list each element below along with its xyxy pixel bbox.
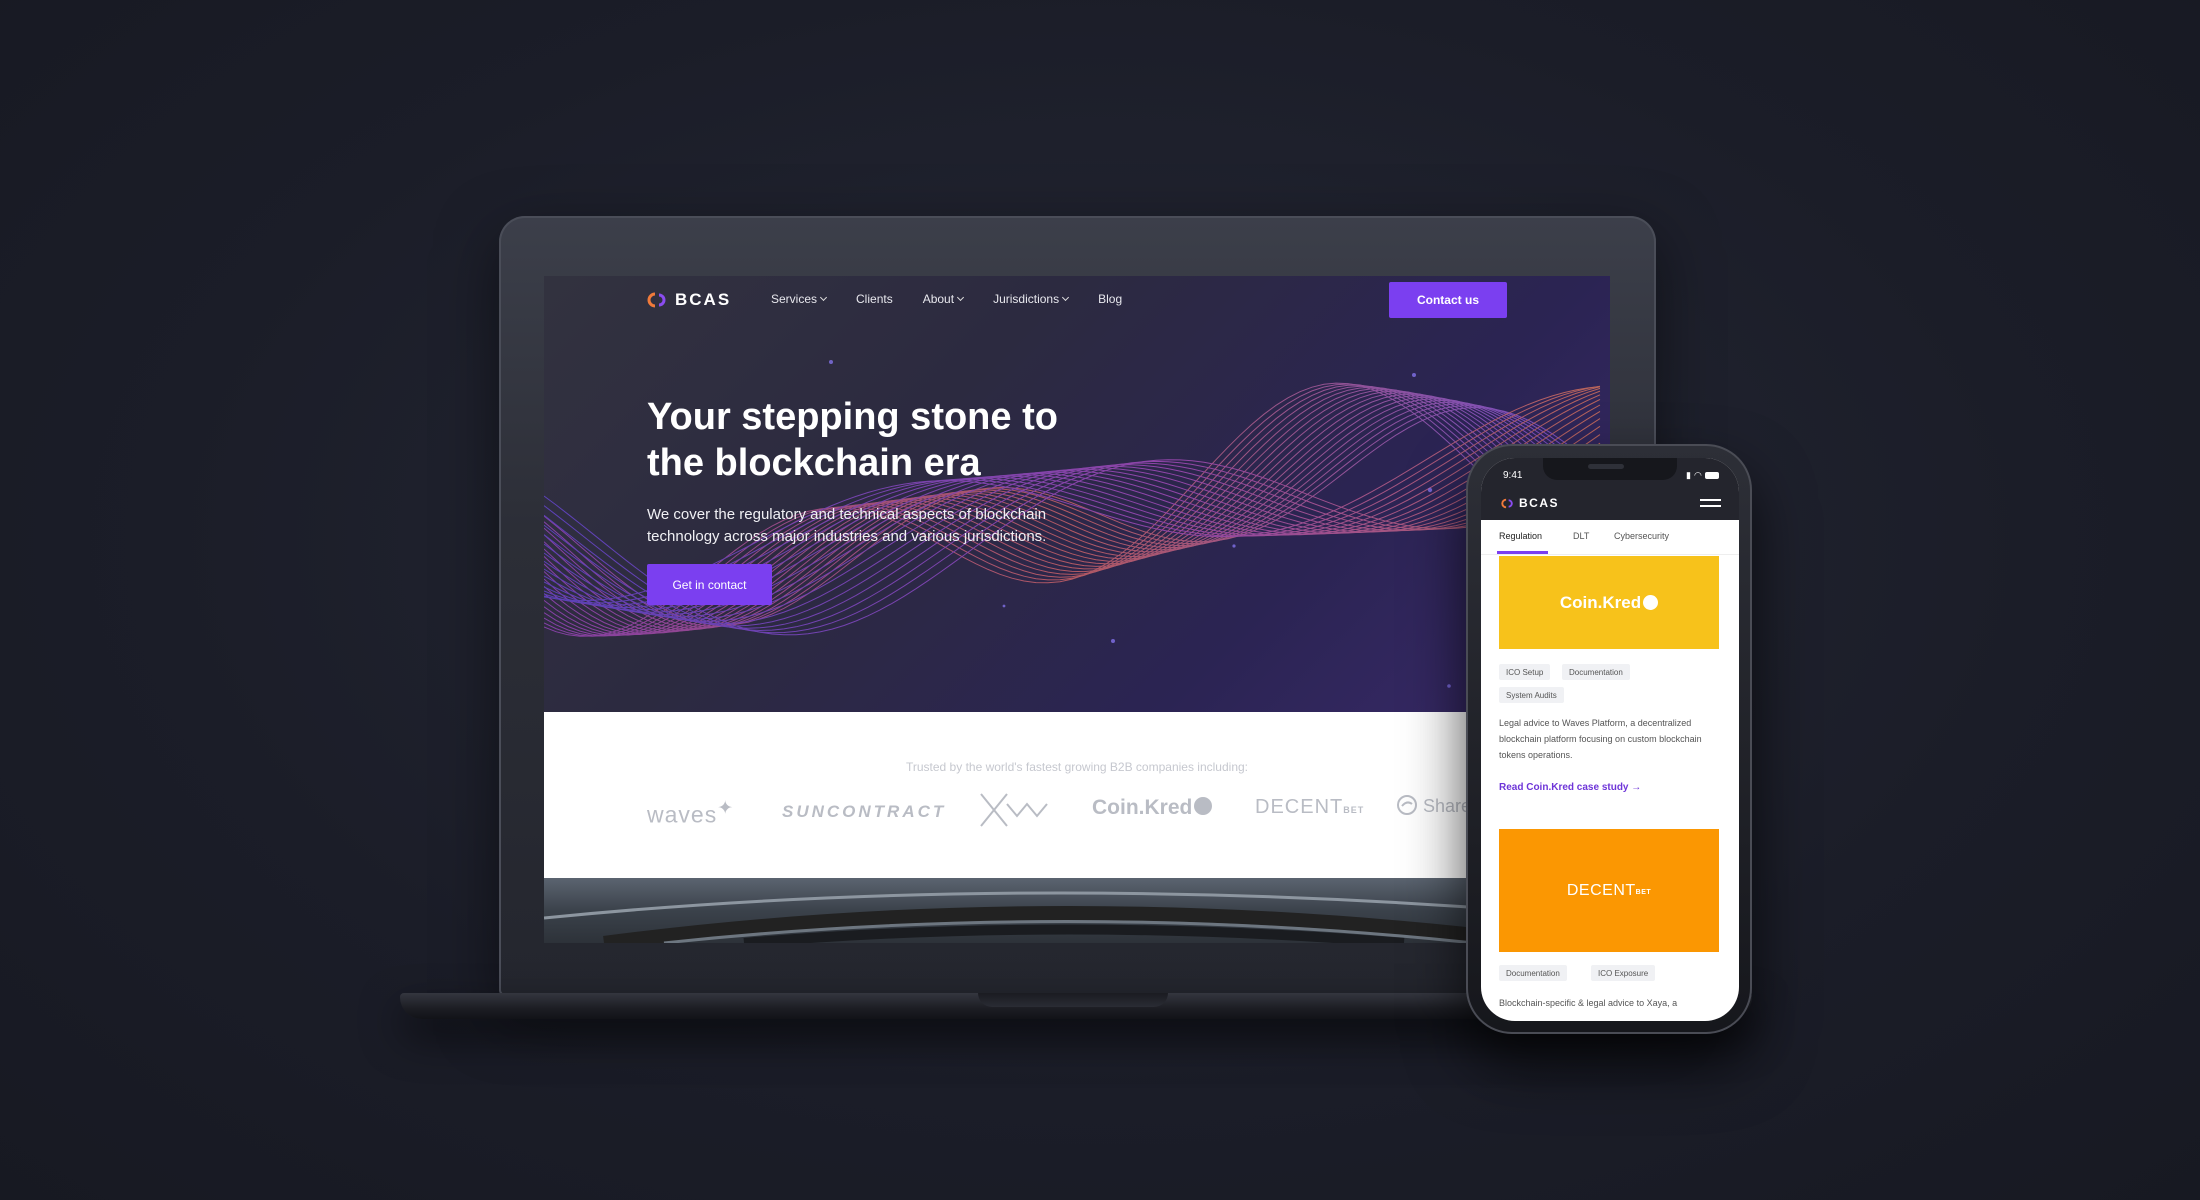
active-tab-indicator [1497, 551, 1548, 554]
get-in-contact-button[interactable]: Get in contact [647, 564, 772, 605]
logo-text: BCAS [675, 290, 732, 309]
speaker-icon [1588, 464, 1624, 469]
signal-icon: ▮ [1686, 470, 1691, 480]
decent-card-image[interactable]: DECENT BET [1499, 829, 1719, 952]
phone-logo-text: BCAS [1519, 496, 1560, 510]
nav-services-label: Services [771, 292, 818, 306]
battery-icon [1704, 472, 1719, 479]
trusted-section: Trusted by the world's fastest growing B… [544, 712, 1610, 878]
hero-wave-graphic [544, 360, 1601, 688]
tag-documentation-2: Documentation [1499, 965, 1567, 981]
coin-dot-icon [1194, 797, 1213, 816]
status-icons: ▮ ◠ [1686, 470, 1719, 481]
partner-share-label: Share [1423, 796, 1472, 816]
nav-clients-label: Clients [856, 292, 893, 306]
partner-decent-suffix: BET [1343, 805, 1365, 815]
phone-tabs: Regulation DLT Cybersecurity [1481, 520, 1739, 555]
tab-cybersecurity[interactable]: Cybersecurity [1614, 531, 1669, 541]
status-time: 9:41 [1503, 470, 1523, 481]
hamburger-menu-icon[interactable] [1700, 499, 1721, 511]
bcas-logo[interactable]: BCAS [647, 290, 731, 310]
hero-subtitle: We cover the regulatory and technical as… [647, 506, 1047, 545]
partner-waves-label: waves [647, 801, 718, 828]
laptop-hinge-notch [978, 993, 1168, 1007]
partner-coinkred-label: Coin.Kred [1092, 796, 1193, 819]
laptop-screen: BCAS Services Clients About Jurisdiction… [544, 276, 1610, 943]
chevron-down-icon [819, 293, 828, 302]
top-navbar: BCAS Services Clients About Jurisdiction… [544, 276, 1610, 322]
tab-dlt[interactable]: DLT [1573, 531, 1589, 541]
partner-logo-suncontract: SUNCONTRACT [782, 802, 947, 821]
decent-logo-text: DECENT [1566, 881, 1636, 899]
tag-system-audits: System Audits [1499, 687, 1564, 703]
hero-section: BCAS Services Clients About Jurisdiction… [544, 276, 1610, 712]
tab-regulation[interactable]: Regulation [1499, 531, 1542, 541]
chevron-down-icon [957, 293, 965, 302]
staircase-photo [544, 891, 1610, 943]
partner-logo-share: Share [1396, 795, 1472, 817]
nav-about[interactable]: About [922, 292, 965, 306]
bcas-logo-icon [647, 292, 666, 308]
nav-links: Services Clients About Jurisdictions Blo… [771, 292, 1122, 306]
nav-about-label: About [922, 292, 955, 306]
phone-screen: 9:41 ▮ ◠ BCAS Regulation DLT Cybersecuri… [1481, 458, 1739, 1021]
coinkred-description: Legal advice to Waves Platform, a decent… [1499, 718, 1702, 760]
wifi-icon: ◠ [1693, 470, 1702, 480]
partner-logo-xaya [980, 793, 1048, 827]
bcas-logo-icon [1501, 498, 1513, 508]
partner-decent-label: DECENT [1255, 796, 1344, 818]
tag-ico-exposure: ICO Exposure [1591, 965, 1656, 981]
contact-us-button[interactable]: Contact us [1389, 282, 1507, 318]
nav-blog[interactable]: Blog [1098, 292, 1122, 306]
coinkred-logo-text: Coin.Kred [1559, 592, 1642, 612]
trusted-text: Trusted by the world's fastest growing B… [905, 760, 1249, 774]
nav-jurisdictions[interactable]: Jurisdictions [993, 292, 1070, 306]
share-logo-icon [1397, 795, 1417, 816]
read-case-study-link[interactable]: Read Coin.Kred case study → [1499, 782, 1641, 793]
chevron-down-icon [1062, 293, 1070, 302]
phone-header: 9:41 ▮ ◠ BCAS [1481, 458, 1739, 520]
staircase-image [544, 878, 1610, 943]
tag-ico-setup: ICO Setup [1499, 664, 1551, 680]
phone-notch [1543, 458, 1677, 480]
nav-blog-label: Blog [1098, 292, 1123, 306]
coinkred-card-image[interactable]: Coin.Kred [1499, 556, 1719, 649]
nav-clients[interactable]: Clients [856, 292, 893, 306]
partner-logo-coinkred: Coin.Kred [1092, 796, 1213, 820]
phone-bcas-logo[interactable]: BCAS [1501, 496, 1559, 510]
nav-jurisdictions-label: Jurisdictions [993, 292, 1060, 306]
decent-logo-suffix: BET [1635, 889, 1652, 896]
decent-description: Blockchain-specific & legal advice to Xa… [1499, 998, 1678, 1008]
hero-title: Your stepping stone to the blockchain er… [647, 396, 1058, 484]
partner-logo-decent: DECENTBET [1255, 796, 1364, 819]
tag-documentation: Documentation [1562, 664, 1630, 680]
partner-logo-waves: waves✦ [647, 798, 735, 828]
coin-dot-icon [1643, 595, 1659, 610]
nav-services[interactable]: Services [771, 292, 828, 306]
